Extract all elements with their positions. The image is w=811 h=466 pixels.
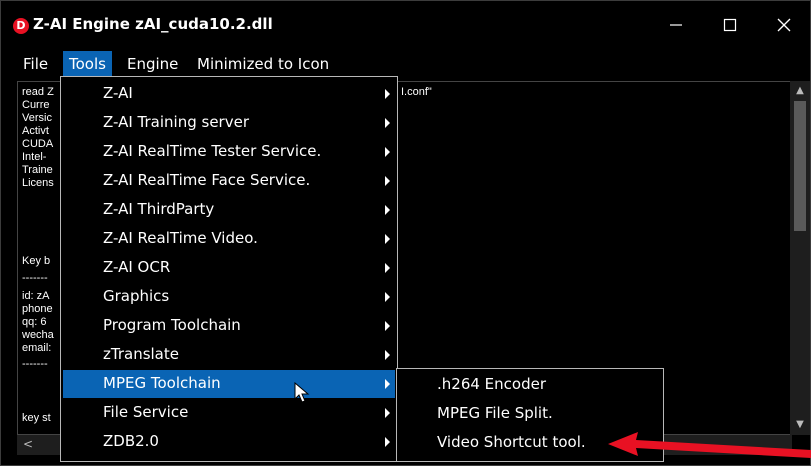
minimize-button[interactable]	[653, 9, 699, 41]
maximize-icon	[723, 18, 737, 32]
menu-item-label: Z-AI ThirdParty	[103, 200, 215, 218]
menu-item-label: ZDB2.0	[103, 432, 159, 450]
scroll-thumb[interactable]	[794, 101, 806, 231]
submenu-arrow-icon	[385, 147, 390, 157]
menu-item-ztranslate[interactable]: zTranslate	[63, 341, 395, 369]
log-line: CUDA	[22, 138, 54, 150]
submenu-arrow-icon	[385, 437, 390, 447]
submenu-arrow-icon	[385, 321, 390, 331]
menu-item-z-ai-realtime-face[interactable]: Z-AI RealTime Face Service.	[63, 167, 395, 195]
mouse-cursor-icon	[294, 382, 310, 403]
menu-item-h264-encoder[interactable]: .h264 Encoder	[399, 371, 661, 399]
menu-item-label: Z-AI RealTime Face Service.	[103, 171, 311, 189]
menu-item-label: Z-AI OCR	[103, 258, 171, 276]
log-line: Licens	[22, 177, 54, 189]
maximize-button[interactable]	[707, 9, 753, 41]
menu-item-label: Z-AI RealTime Video.	[103, 229, 258, 247]
menu-item-z-ai-thirdparty[interactable]: Z-AI ThirdParty	[63, 196, 395, 224]
menu-item-mpeg-file-split[interactable]: MPEG File Split.	[399, 400, 661, 428]
menu-engine[interactable]: Engine	[121, 51, 184, 77]
menu-item-label: Program Toolchain	[103, 316, 241, 334]
log-line: qq: 6	[22, 316, 47, 328]
menu-item-label: Graphics	[103, 287, 170, 305]
log-line: phone	[22, 303, 53, 315]
log-line: email:	[22, 342, 52, 354]
menu-item-label: Z-AI	[103, 84, 133, 102]
submenu-arrow-icon	[385, 89, 390, 99]
menu-item-z-ai-training-server[interactable]: Z-AI Training server	[63, 109, 395, 137]
submenu-arrow-icon	[385, 205, 390, 215]
menu-item-z-ai-realtime-video[interactable]: Z-AI RealTime Video.	[63, 225, 395, 253]
log-line: id: zA	[22, 290, 50, 302]
close-icon	[777, 18, 791, 32]
log-line: Traine	[22, 164, 53, 176]
submenu-arrow-icon	[385, 263, 390, 273]
menu-item-label: Z-AI RealTime Tester Service.	[103, 142, 322, 160]
menu-item-label: zTranslate	[103, 345, 179, 363]
log-line: Versic	[22, 112, 52, 124]
red-arrow-annotation-icon	[608, 432, 811, 458]
menu-item-label: .h264 Encoder	[437, 375, 546, 393]
log-line: -------	[22, 358, 48, 370]
submenu-arrow-icon	[385, 176, 390, 186]
log-line: read Z	[22, 86, 54, 98]
window-title: Z-AI Engine zAI_cuda10.2.dll	[33, 15, 273, 33]
menu-item-label: Video Shortcut tool.	[437, 433, 586, 451]
title-bar[interactable]: D Z-AI Engine zAI_cuda10.2.dll	[1, 1, 810, 51]
menu-item-program-toolchain[interactable]: Program Toolchain	[63, 312, 395, 340]
menu-item-file-service[interactable]: File Service	[63, 399, 395, 427]
log-line: key st	[22, 412, 51, 424]
log-line: wecha	[22, 329, 54, 341]
conf-fragment: I.conf"	[401, 86, 432, 98]
menu-bar: File Tools Engine Minimized to Icon	[1, 51, 810, 77]
log-line: Activt	[22, 125, 49, 137]
menu-tools[interactable]: Tools	[63, 51, 112, 77]
menu-item-zdb2[interactable]: ZDB2.0	[63, 428, 395, 456]
vertical-scrollbar[interactable]: ▲ ▼	[790, 81, 810, 435]
menu-item-label: MPEG Toolchain	[103, 374, 221, 392]
menu-item-label: MPEG File Split.	[437, 404, 553, 422]
menu-item-z-ai[interactable]: Z-AI	[63, 80, 395, 108]
menu-item-z-ai-ocr[interactable]: Z-AI OCR	[63, 254, 395, 282]
minimize-icon	[670, 24, 682, 26]
submenu-arrow-icon	[385, 350, 390, 360]
tools-dropdown-menu: Z-AI Z-AI Training server Z-AI RealTime …	[60, 76, 398, 462]
scroll-up-icon[interactable]: ▲	[793, 85, 807, 97]
menu-item-mpeg-toolchain[interactable]: MPEG Toolchain	[63, 370, 395, 398]
submenu-arrow-icon	[385, 234, 390, 244]
close-button[interactable]	[761, 9, 807, 41]
submenu-arrow-icon	[385, 292, 390, 302]
log-line: Intel-	[22, 151, 47, 163]
log-line: Key b	[22, 255, 51, 267]
app-logo-icon: D	[13, 18, 29, 34]
submenu-arrow-icon	[385, 408, 390, 418]
log-line: -------	[22, 272, 48, 284]
menu-item-label: File Service	[103, 403, 189, 421]
menu-minimized-to-icon[interactable]: Minimized to Icon	[191, 51, 335, 77]
menu-item-graphics[interactable]: Graphics	[63, 283, 395, 311]
menu-item-label: Z-AI Training server	[103, 113, 249, 131]
submenu-arrow-icon	[385, 379, 390, 389]
log-line: Curre	[22, 99, 50, 111]
scroll-left-icon[interactable]: <	[23, 437, 33, 451]
menu-file[interactable]: File	[17, 51, 54, 77]
submenu-arrow-icon	[385, 118, 390, 128]
menu-item-z-ai-realtime-tester[interactable]: Z-AI RealTime Tester Service.	[63, 138, 395, 166]
